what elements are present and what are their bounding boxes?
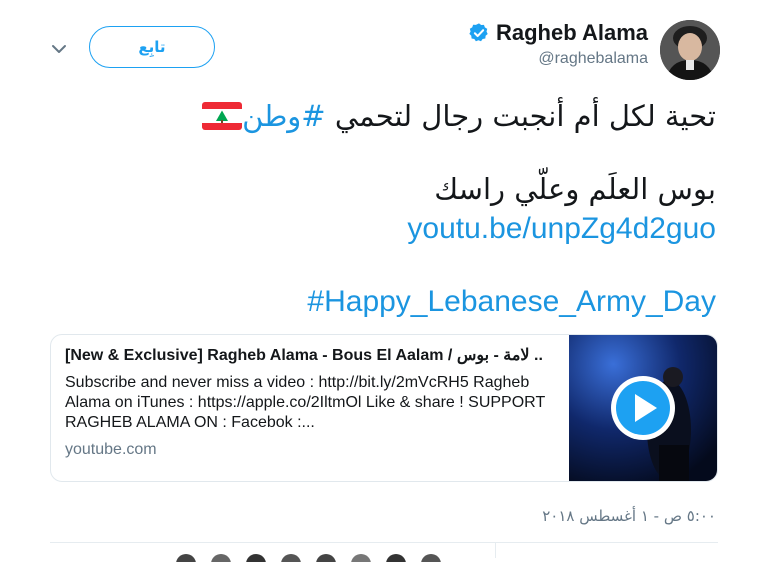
video-thumbnail[interactable] (569, 335, 717, 481)
avatar[interactable] (660, 20, 720, 80)
lebanon-flag-icon (202, 102, 243, 130)
tweet-author[interactable]: Ragheb Alama @raghebalama (468, 20, 648, 68)
link-preview-card[interactable]: [New & Exclusive] Ragheb Alama - Bous El… (50, 334, 718, 482)
chevron-down-icon[interactable] (48, 38, 70, 60)
card-title: [New & Exclusive] Ragheb Alama - Bous El… (65, 347, 543, 364)
divider (50, 542, 718, 543)
divider-vertical (495, 543, 496, 558)
youtube-link[interactable]: youtu.be/unpZg4d2guo (407, 211, 716, 247)
tweet-text-line1: تحية لكل أم أنجبت رجال لتحمي #وطن (190, 98, 716, 134)
tweet-timestamp[interactable]: ٥:٠٠ ص - ١ أغسطس ٢٠١٨ (542, 507, 716, 525)
card-description: Subscribe and never miss a video : http:… (65, 374, 545, 431)
tweet-text-line2: بوس العلَم وعلّي راسك (434, 172, 716, 206)
hashtag-army-day[interactable]: #Happy_Lebanese_Army_Day (307, 284, 716, 320)
hashtag-link[interactable]: #وطن (242, 99, 325, 133)
play-icon[interactable] (611, 376, 675, 440)
card-domain: youtube.com (65, 441, 157, 458)
follow-button[interactable]: تابِع (89, 26, 215, 68)
tweet-text: تحية لكل أم أنجبت رجال لتحمي (325, 99, 716, 133)
display-name[interactable]: Ragheb Alama (496, 20, 648, 46)
verified-badge-icon (469, 23, 488, 42)
liker-avatars[interactable] (176, 550, 466, 562)
user-handle[interactable]: @raghebalama (468, 50, 648, 68)
